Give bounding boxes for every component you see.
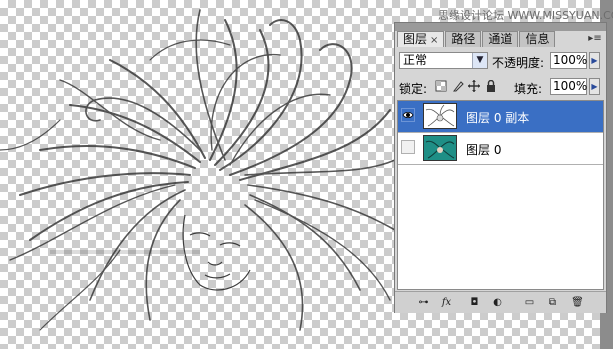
lock-position-icon[interactable] <box>468 80 480 92</box>
layer-name[interactable]: 图层 0 副本 <box>466 109 529 126</box>
lock-all-icon[interactable] <box>485 80 497 92</box>
delete-icon[interactable]: 🗑 <box>571 296 584 309</box>
new-layer-icon[interactable]: ⧉ <box>546 296 559 309</box>
tab-paths[interactable]: 路径 <box>445 31 482 47</box>
layer-row[interactable]: 图层 0 <box>398 133 603 165</box>
blend-row: 正常 ▼ 不透明度: 100% ▶ <box>395 49 606 71</box>
adjustment-layer-icon[interactable]: ◐ <box>491 296 504 309</box>
fx-icon[interactable]: fx <box>440 296 453 309</box>
tab-label: 图层 <box>403 32 428 46</box>
tab-label: 通道 <box>488 32 513 46</box>
blend-mode-select[interactable]: 正常 ▼ <box>399 52 488 69</box>
panel-menu-icon[interactable]: ▸≡ <box>588 33 602 45</box>
new-group-icon[interactable]: ▭ <box>523 296 536 309</box>
fill-value: 100% <box>553 79 588 93</box>
layer-name[interactable]: 图层 0 <box>466 141 501 158</box>
close-icon[interactable]: × <box>430 35 438 46</box>
eye-icon[interactable] <box>401 108 415 122</box>
lock-image-pixels-icon[interactable] <box>452 80 464 92</box>
layer-thumbnail <box>423 103 457 129</box>
fill-label: 填充: <box>514 82 543 96</box>
opacity-value: 100% <box>553 53 588 67</box>
tab-channels[interactable]: 通道 <box>482 31 519 47</box>
fill-input[interactable]: 100% <box>550 78 587 95</box>
link-layers-icon[interactable]: ⊶ <box>417 296 430 309</box>
chevron-down-icon[interactable]: ▼ <box>472 53 487 68</box>
panel-footer: ⊶ fx ◘ ◐ ▭ ⧉ 🗑 <box>395 291 606 313</box>
fill-slider-button[interactable]: ▶ <box>589 78 600 95</box>
layers-panel: 图层 × 路径 通道 信息 ▸≡ 正常 ▼ 不透明度: 100% ▶ 锁定: 填充… <box>394 22 607 313</box>
tab-label: 信息 <box>525 32 550 46</box>
watermark: 思缘设计论坛 WWW.MISSYUAN.COM <box>438 9 613 22</box>
tab-layers[interactable]: 图层 × <box>397 31 445 47</box>
lock-transparent-pixels-icon[interactable] <box>435 80 447 92</box>
tab-info[interactable]: 信息 <box>519 31 556 47</box>
layers-list: 图层 0 副本 图层 0 <box>397 100 604 290</box>
lock-label: 锁定: <box>399 82 428 96</box>
add-mask-icon[interactable]: ◘ <box>468 296 481 309</box>
opacity-slider-button[interactable]: ▶ <box>589 52 600 69</box>
panel-tabs: 图层 × 路径 通道 信息 <box>397 31 556 47</box>
opacity-label: 不透明度: <box>492 56 545 70</box>
layer-row[interactable]: 图层 0 副本 <box>398 101 603 133</box>
tab-label: 路径 <box>451 32 476 46</box>
layer-thumbnail <box>423 135 457 161</box>
opacity-input[interactable]: 100% <box>550 52 587 69</box>
blend-mode-value: 正常 <box>403 53 428 67</box>
panel-title-bar[interactable] <box>395 23 606 31</box>
lock-row: 锁定: 填充: 100% ▶ <box>395 75 606 97</box>
visibility-toggle-empty[interactable] <box>401 140 415 154</box>
